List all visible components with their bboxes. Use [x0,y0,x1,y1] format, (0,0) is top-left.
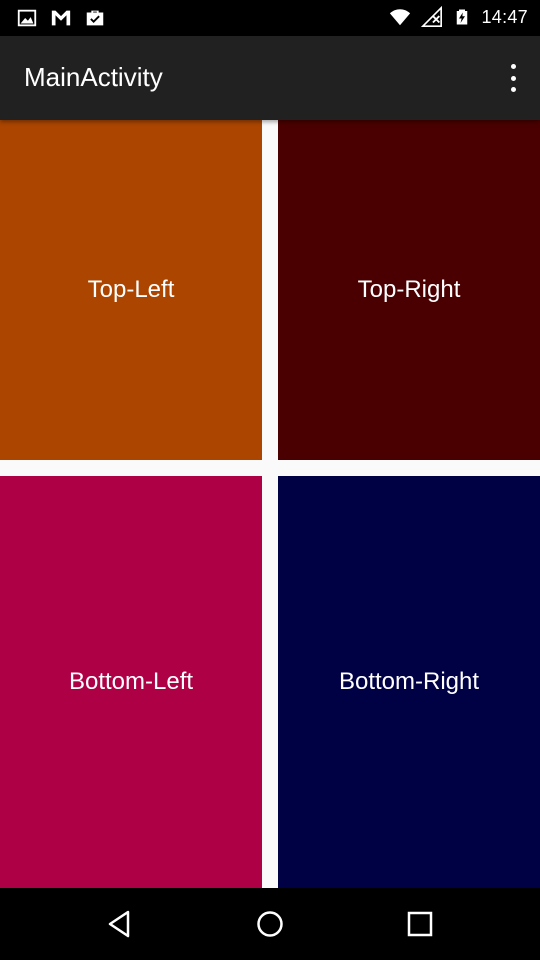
no-signal-icon [421,6,443,27]
back-icon[interactable] [102,906,138,942]
panel-top-right[interactable]: Top-Right [278,120,540,460]
system-icons: 14:47 [389,6,528,28]
notification-icons [16,7,106,29]
panel-grid: Top-Left Top-Right Bottom-Left Bottom-Ri… [0,120,540,888]
gmail-icon [51,10,71,26]
panel-top-left[interactable]: Top-Left [0,120,262,460]
app-title: MainActivity [24,62,163,92]
app-bar: MainActivity [0,36,540,120]
panel-label: Top-Right [357,276,461,303]
recents-icon[interactable] [402,906,438,942]
panel-label: Top-Left [87,276,175,303]
panel-bottom-right[interactable]: Bottom-Right [278,476,540,888]
image-icon [17,9,37,27]
briefcase-check-icon [86,10,104,26]
navigation-bar [0,888,540,960]
panel-bottom-left[interactable]: Bottom-Left [0,476,262,888]
clock: 14:47 [481,6,528,27]
wifi-icon [390,9,411,26]
panel-label: Bottom-Right [338,668,480,695]
more-vert-icon[interactable] [506,64,520,92]
status-bar: 14:47 [0,0,540,36]
panel-label: Bottom-Left [68,668,194,695]
battery-charging-icon [457,9,468,25]
home-icon[interactable] [252,906,288,942]
